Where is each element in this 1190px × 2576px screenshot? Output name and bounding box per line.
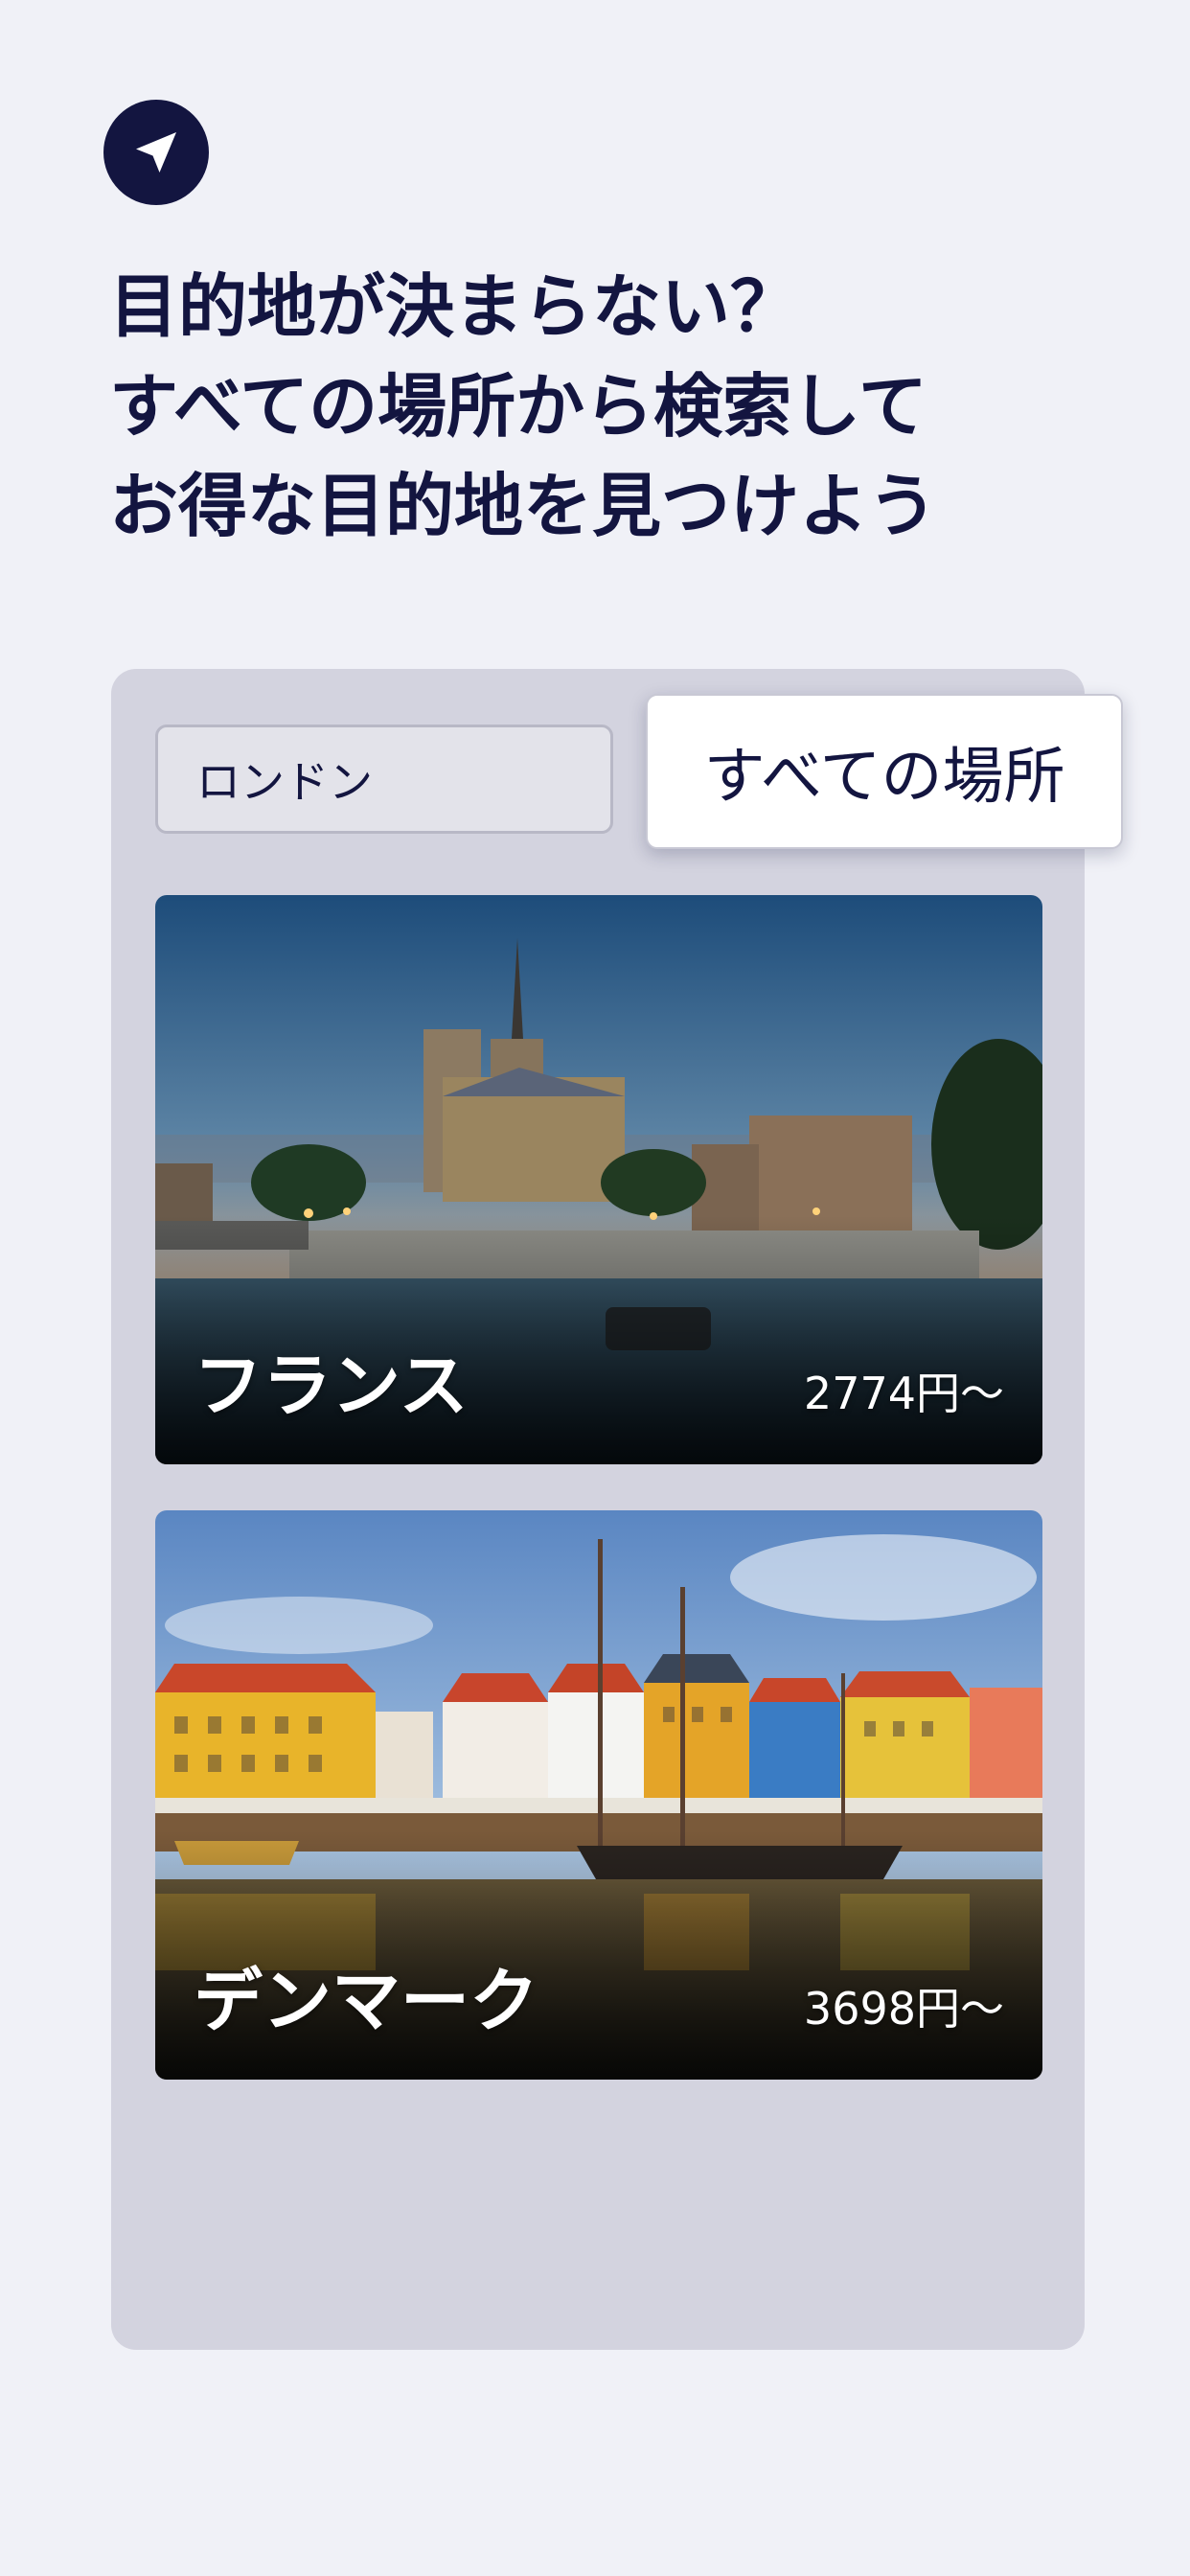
destination-card-denmark[interactable]: デンマーク 3698円〜 bbox=[155, 1510, 1042, 2080]
destination-input[interactable]: すべての場所 bbox=[646, 694, 1123, 849]
card-country-name: フランス bbox=[194, 1346, 469, 1426]
page-headline: 目的地が決まらない？ すべての場所から検索して お得な目的地を見つけよう bbox=[109, 257, 1106, 556]
location-badge bbox=[103, 100, 209, 205]
origin-value: ロンドン bbox=[196, 756, 373, 808]
location-arrow-icon bbox=[136, 132, 176, 172]
headline-line-3: お得な目的地を見つけよう bbox=[109, 466, 938, 546]
card-price: 2774円〜 bbox=[803, 1368, 1004, 1419]
card-country-name: デンマーク bbox=[194, 1961, 539, 2041]
headline-line-2: すべての場所から検索して bbox=[109, 366, 927, 447]
destination-value: すべての場所 bbox=[703, 742, 1065, 813]
headline-line-1: 目的地が決まらない？ bbox=[109, 266, 800, 347]
card-price: 3698円〜 bbox=[803, 1983, 1004, 2035]
destination-card-france[interactable]: フランス 2774円〜 bbox=[155, 895, 1042, 1464]
origin-input[interactable]: ロンドン bbox=[155, 724, 613, 834]
